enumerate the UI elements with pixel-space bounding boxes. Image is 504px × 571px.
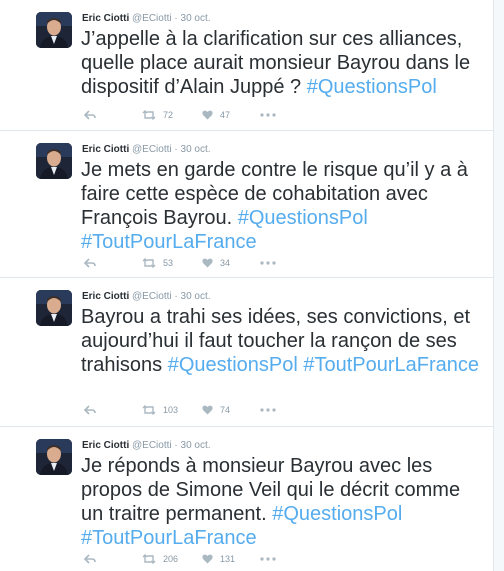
hashtag-link[interactable]: #ToutPourLaFrance (81, 527, 257, 549)
retweet-icon (142, 554, 156, 564)
more-icon (260, 408, 276, 412)
reply-button[interactable] (84, 258, 142, 268)
profile-photo (36, 143, 72, 179)
like-count: 47 (220, 110, 231, 120)
more-button[interactable] (260, 408, 280, 412)
more-icon (260, 261, 276, 265)
separator: · (174, 13, 178, 24)
tweet-header: Eric Ciotti @ECiotti · 30 oct. (82, 291, 211, 303)
more-button[interactable] (260, 557, 280, 561)
tweet-actions: 53 34 (84, 256, 280, 270)
heart-icon (202, 405, 213, 415)
like-button[interactable]: 47 (202, 110, 260, 120)
reply-icon (84, 554, 96, 564)
hashtag-link[interactable]: #ToutPourLaFrance (81, 231, 257, 253)
tweet-timestamp[interactable]: 30 oct. (181, 291, 211, 302)
text-segment: Je réponds à monsieur Bayrou avec les pr… (81, 455, 461, 525)
author-handle[interactable]: @ECiotti (132, 440, 172, 451)
tweet[interactable]: Eric Ciotti @ECiotti · 30 oct. Bayrou a … (0, 278, 493, 427)
tweet-timestamp[interactable]: 30 oct. (181, 144, 211, 155)
like-button[interactable]: 74 (202, 405, 260, 415)
retweet-button[interactable]: 72 (142, 110, 202, 120)
author-handle[interactable]: @ECiotti (132, 13, 172, 24)
retweet-count: 53 (163, 258, 174, 268)
retweet-icon (142, 110, 156, 120)
profile-photo (36, 439, 72, 475)
tweet-timestamp[interactable]: 30 oct. (181, 13, 211, 24)
reply-button[interactable] (84, 405, 142, 415)
author-name[interactable]: Eric Ciotti (82, 440, 129, 451)
retweet-button[interactable]: 206 (142, 554, 202, 564)
tweet-timeline: Eric Ciotti @ECiotti · 30 oct. J’appelle… (0, 0, 494, 571)
like-count: 74 (220, 405, 231, 415)
like-button[interactable]: 131 (202, 554, 260, 564)
retweet-count: 72 (163, 110, 174, 120)
more-button[interactable] (260, 261, 280, 265)
tweet-text: Je réponds à monsieur Bayrou avec les pr… (81, 454, 481, 550)
retweet-count: 103 (163, 405, 179, 415)
reply-icon (84, 258, 96, 268)
tweet-header: Eric Ciotti @ECiotti · 30 oct. (82, 144, 211, 156)
tweet-actions: 103 74 (84, 403, 280, 417)
tweet-actions: 72 47 (84, 108, 280, 122)
hashtag-link[interactable]: #QuestionsPol (307, 76, 437, 98)
tweet-header: Eric Ciotti @ECiotti · 30 oct. (82, 13, 211, 25)
author-name[interactable]: Eric Ciotti (82, 13, 129, 24)
like-count: 131 (220, 554, 236, 564)
author-handle[interactable]: @ECiotti (132, 291, 172, 302)
avatar[interactable] (36, 143, 72, 179)
tweet-actions: 206 131 (84, 552, 280, 566)
heart-icon (202, 554, 213, 564)
avatar[interactable] (36, 290, 72, 326)
separator: · (174, 440, 178, 451)
tweet[interactable]: Eric Ciotti @ECiotti · 30 oct. Je répond… (0, 427, 493, 571)
more-button[interactable] (260, 113, 280, 117)
tweet-text: Bayrou a trahi ses idées, ses conviction… (81, 305, 481, 377)
reply-button[interactable] (84, 554, 142, 564)
tweet-header: Eric Ciotti @ECiotti · 30 oct. (82, 440, 211, 452)
reply-icon (84, 405, 96, 415)
tweet[interactable]: Eric Ciotti @ECiotti · 30 oct. J’appelle… (0, 0, 493, 131)
hashtag-link[interactable]: #QuestionsPol (238, 207, 368, 229)
author-name[interactable]: Eric Ciotti (82, 144, 129, 155)
retweet-count: 206 (163, 554, 179, 564)
tweet-timestamp[interactable]: 30 oct. (181, 440, 211, 451)
like-count: 34 (220, 258, 231, 268)
hashtag-link[interactable]: #QuestionsPol (168, 354, 298, 376)
avatar[interactable] (36, 12, 72, 48)
separator: · (174, 144, 178, 155)
profile-photo (36, 12, 72, 48)
retweet-icon (142, 405, 156, 415)
like-button[interactable]: 34 (202, 258, 260, 268)
avatar[interactable] (36, 439, 72, 475)
author-name[interactable]: Eric Ciotti (82, 291, 129, 302)
author-handle[interactable]: @ECiotti (132, 144, 172, 155)
reply-button[interactable] (84, 110, 142, 120)
tweet-text: J’appelle à la clarification sur ces all… (81, 27, 481, 99)
separator: · (174, 291, 178, 302)
more-icon (260, 557, 276, 561)
reply-icon (84, 110, 96, 120)
heart-icon (202, 258, 213, 268)
retweet-button[interactable]: 103 (142, 405, 202, 415)
retweet-button[interactable]: 53 (142, 258, 202, 268)
heart-icon (202, 110, 213, 120)
tweet-text: Je mets en garde contre le risque qu’il … (81, 158, 481, 254)
retweet-icon (142, 258, 156, 268)
hashtag-link[interactable]: #ToutPourLaFrance (303, 354, 479, 376)
profile-photo (36, 290, 72, 326)
hashtag-link[interactable]: #QuestionsPol (272, 503, 402, 525)
tweet[interactable]: Eric Ciotti @ECiotti · 30 oct. Je mets e… (0, 131, 493, 278)
more-icon (260, 113, 276, 117)
